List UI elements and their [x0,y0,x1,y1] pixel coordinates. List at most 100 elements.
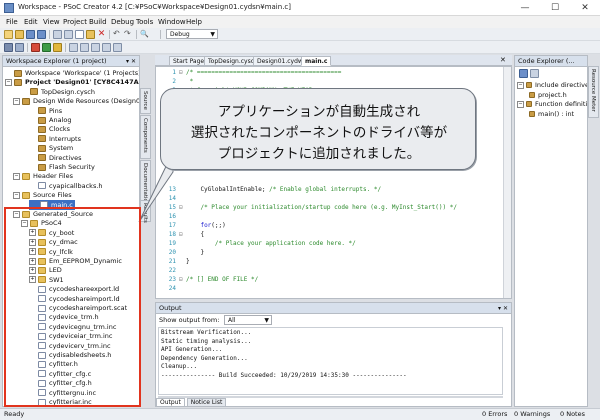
code-explorer-item[interactable]: main() : int [529,109,574,119]
code-explorer-item[interactable]: − Function definitio [517,99,587,109]
paste-icon[interactable] [86,30,95,39]
collapse-icon[interactable]: − [13,191,20,199]
code-line[interactable]: 13 CyGlobalIntEnable; /* Enable global i… [156,185,381,194]
editor-scrollbar[interactable] [503,67,511,298]
tab-resource-meter[interactable]: Resource Meter [588,66,599,118]
delete-icon[interactable]: ✕ [97,30,106,39]
fold-icon[interactable]: ⊟ [179,275,186,284]
code-explorer-item[interactable]: project.h [529,90,567,100]
debug-icon[interactable] [42,43,51,52]
analog-icon [38,116,46,124]
uncomment-icon[interactable] [102,43,111,52]
ide-window: Workspace - PSoC Creator 4.2 [C:¥PSoC¥Wo… [0,0,600,420]
collapse-icon[interactable]: − [517,81,524,89]
symbol-icon [526,82,532,88]
project-icon [14,78,22,86]
find-icon[interactable]: 🔍 [140,30,149,39]
outdent-icon[interactable] [80,43,89,52]
panel-pin-close-icon[interactable]: ▾ ✕ [498,303,508,313]
workspace-explorer-title: Workspace Explorer (1 project) ▾ ✕ [3,56,139,67]
menu-view[interactable]: View [43,18,60,26]
clean-icon[interactable] [53,43,62,52]
redo-icon[interactable]: ↷ [124,30,133,39]
tab-start-page[interactable]: Start Page [169,56,209,66]
menu-edit[interactable]: Edit [24,18,38,26]
build-config-select[interactable]: Debug ▼ [166,29,218,39]
collapse-icon[interactable]: − [13,97,20,105]
code-explorer-tree: − Include directives:project.h − Function d… [515,80,587,140]
code-line[interactable]: 21} [156,257,190,266]
menu-build[interactable]: Build [89,18,107,26]
menu-window[interactable]: Window [158,18,186,26]
symbol-icon [526,101,532,107]
tab-notice-list[interactable]: Notice List [186,398,227,407]
tab-output[interactable]: Output [156,398,185,407]
menu-bar: File Edit View Project Build Debug Tools… [0,16,600,28]
callout-line-2: 選択されたコンポーネントのドライバ等が [190,125,448,141]
code-line[interactable]: 15 ⊟ /* Place your initialization/startup… [156,203,457,212]
device-icon[interactable] [4,43,13,52]
comment-icon[interactable] [91,43,100,52]
copy-icon[interactable] [75,30,84,39]
build-config-value: Debug [170,31,190,38]
program-icon[interactable] [15,43,24,52]
maximize-button[interactable]: ☐ [540,0,570,16]
code-line[interactable]: 1 ⊟/* ===================================… [156,68,341,77]
code-line[interactable]: 23 ⊟/* [] END OF FILE */ [156,275,258,284]
cut-icon[interactable] [64,30,73,39]
collapse-icon[interactable]: − [517,100,524,108]
build-icon[interactable] [31,43,40,52]
show-output-select[interactable]: All ▼ [224,315,272,325]
collapse-icon[interactable]: − [13,172,20,180]
menu-project[interactable]: Project [63,18,87,26]
save-all-icon[interactable] [37,30,46,39]
open-icon[interactable] [15,30,24,39]
code-line[interactable]: 22 [156,266,186,275]
code-explorer-label: main() : int [538,109,575,118]
panel-pin-close-icon[interactable]: ▾ ✕ [126,56,136,66]
code-explorer-label: project.h [538,90,567,99]
clocks-icon [38,125,46,133]
sort-icon[interactable] [519,69,528,78]
filter-icon[interactable] [530,69,539,78]
tab-main-c[interactable]: main.c [301,56,332,66]
collapse-icon[interactable]: − [5,78,12,86]
undo-icon[interactable]: ↶ [113,30,122,39]
fold-icon[interactable]: ⊟ [179,68,186,77]
editor-close-icon[interactable]: ✕ [500,56,506,64]
tab-source[interactable]: Source [140,88,151,114]
line-number: 24 [168,285,176,292]
output-line: --------------- Build Succeeded: 10/29/2… [161,371,407,379]
tree-item-label: System [49,144,74,153]
code-explorer-item[interactable]: − Include directives: [517,80,587,90]
chevron-down-icon: ▼ [210,31,215,38]
code-line[interactable]: 18 ⊟ { [156,230,204,239]
callout-line-1: アプリケーションが自動生成され [217,104,421,120]
close-button[interactable]: ✕ [570,0,600,16]
workspace-icon [14,69,22,77]
menu-file[interactable]: File [6,18,18,26]
indent-icon[interactable] [69,43,78,52]
fold-icon[interactable]: ⊟ [179,230,186,239]
tree-item-label: Directives [49,153,82,162]
new-icon[interactable] [4,30,13,39]
output-line: Cleanup... [161,363,198,370]
fold-icon[interactable]: ⊟ [179,203,186,212]
show-output-label: Show output from: [159,316,220,324]
line-number: 23 [168,276,176,283]
minimize-button[interactable]: — [510,0,540,16]
tree-item-label: Pins [49,106,63,115]
code-line[interactable]: 2 * [156,77,193,86]
menu-debug[interactable]: Debug [111,18,134,26]
code-line[interactable]: 20 } [156,248,204,257]
tree-item-label: Source Files [33,191,72,200]
secondary-toolbar [0,41,600,54]
print-icon[interactable] [53,30,62,39]
output-text-area[interactable]: Bitstream Verification... Static timing a… [158,327,503,395]
bookmark-icon[interactable] [113,43,122,52]
code-line[interactable]: 19 /* Place your application code here. … [156,239,356,248]
menu-tools[interactable]: Tools [136,18,153,26]
save-icon[interactable] [26,30,35,39]
menu-help[interactable]: Help [186,18,202,26]
code-line[interactable]: 24 [156,284,186,293]
